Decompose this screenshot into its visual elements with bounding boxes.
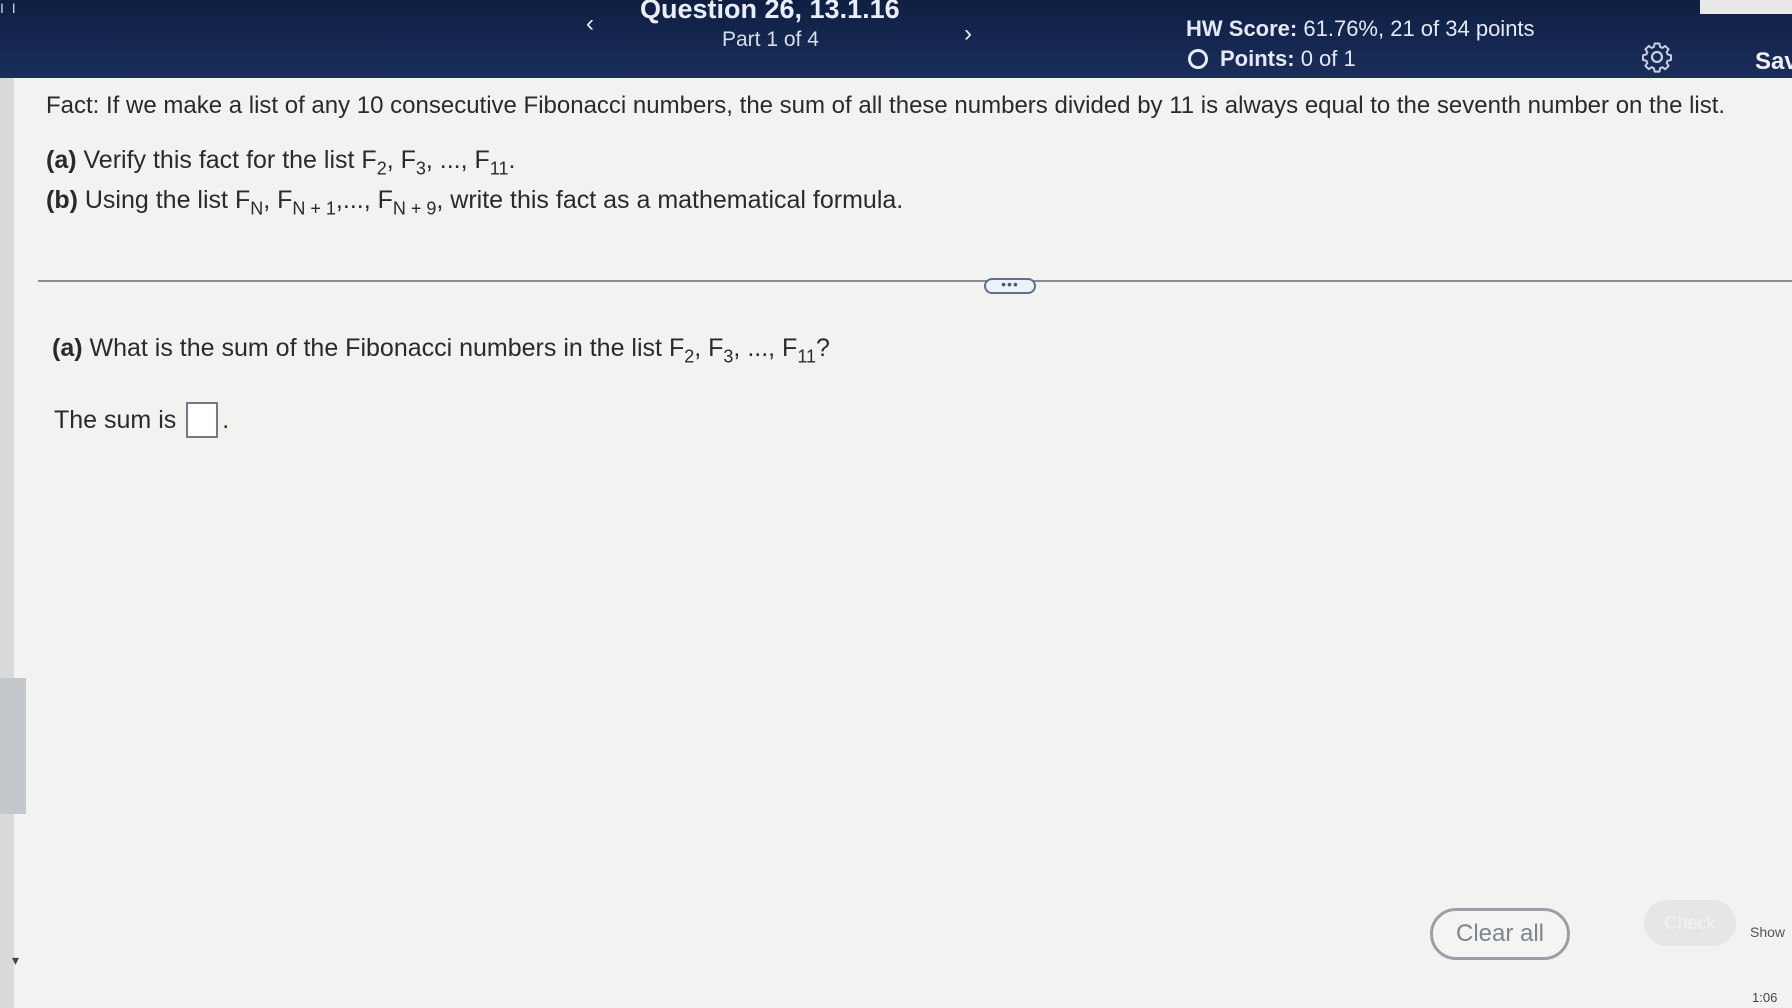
question-sep-1: , F [694,334,724,362]
answer-row: The sum is . [54,402,229,438]
sum-answer-input[interactable] [186,402,219,438]
clear-all-button[interactable]: Clear all [1430,908,1570,960]
part-a-end: . [508,146,516,174]
question-title: Question 26, 13.1.16 [640,0,900,24]
question-sub-11: 11 [797,346,817,367]
problem-part-b: (b) Using the list FN, FN + 1,..., FN + … [46,186,903,219]
clock-text: 1:06 [1752,990,1778,1005]
section-divider [38,280,1792,282]
question-f: F [668,334,685,362]
part-b-sub-n1: N + 1 [292,198,336,219]
question-sub-3: 3 [723,346,734,367]
part-b-sep-1: , F [263,186,293,214]
header-left-mark: I I [0,0,18,16]
question-part-label: Part 1 of 4 [722,28,819,51]
part-b-label: (b) [46,186,78,214]
gear-icon[interactable] [1640,40,1674,74]
part-a-sub-2: 2 [376,158,387,179]
part-b-sep-2: ,..., F [335,186,393,214]
part-b-end: , write this fact as a mathematical form… [436,186,904,214]
points-value: 0 of 1 [1300,46,1356,71]
question-body: What is the sum of the Fibonacci numbers… [89,334,669,362]
question-text: (a) What is the sum of the Fibonacci num… [52,334,830,367]
part-a-label: (a) [46,146,77,174]
left-scroll-track[interactable] [0,78,14,1008]
answer-prefix: The sum is [54,405,177,434]
top-header: I I ‹ Question 26, 13.1.16 Part 1 of 4 ›… [0,0,1792,78]
question-label: (a) [52,334,83,362]
part-a-f: F [361,146,377,174]
question-end: ? [816,334,830,362]
save-button[interactable]: Sav [1755,48,1792,76]
hw-score-label: HW Score: [1186,16,1298,41]
scroll-down-icon[interactable]: ▾ [12,952,19,969]
question-sub-2: 2 [684,346,695,367]
show-button[interactable]: Show [1750,924,1785,940]
divider-expand-button[interactable]: ••• [984,277,1036,294]
top-right-strip [1700,0,1792,14]
part-b-sub-n9: N + 9 [392,198,437,219]
check-answer-button[interactable]: Check [1644,900,1736,946]
hw-score-value: 61.76%, 21 of 34 points [1303,16,1535,41]
problem-part-a: (a) Verify this fact for the list F2, F3… [46,146,515,179]
left-scroll-thumb[interactable] [0,678,26,814]
points-label: Points: [1220,46,1295,71]
problem-fact-text: Fact: If we make a list of any 10 consec… [46,92,1726,119]
part-a-sep-1: , F [386,146,416,174]
part-b-sub-n: N [250,198,264,219]
part-a-text: Verify this fact for the list [83,146,362,174]
part-b-f: F [234,186,251,214]
part-a-sub-3: 3 [415,158,426,179]
next-question-button[interactable]: › [950,18,986,50]
part-b-text: Using the list [84,186,235,214]
question-sep-2: , ..., F [733,334,798,362]
points-status: Points: 0 of 1 [1188,46,1356,72]
part-a-sub-11: 11 [489,158,509,179]
answer-suffix: . [222,405,230,434]
part-a-sep-2: , ..., F [425,146,490,174]
points-circle-icon [1188,49,1208,69]
previous-question-button[interactable]: ‹ [572,8,608,40]
hw-score: HW Score: 61.76%, 21 of 34 points [1186,16,1535,42]
